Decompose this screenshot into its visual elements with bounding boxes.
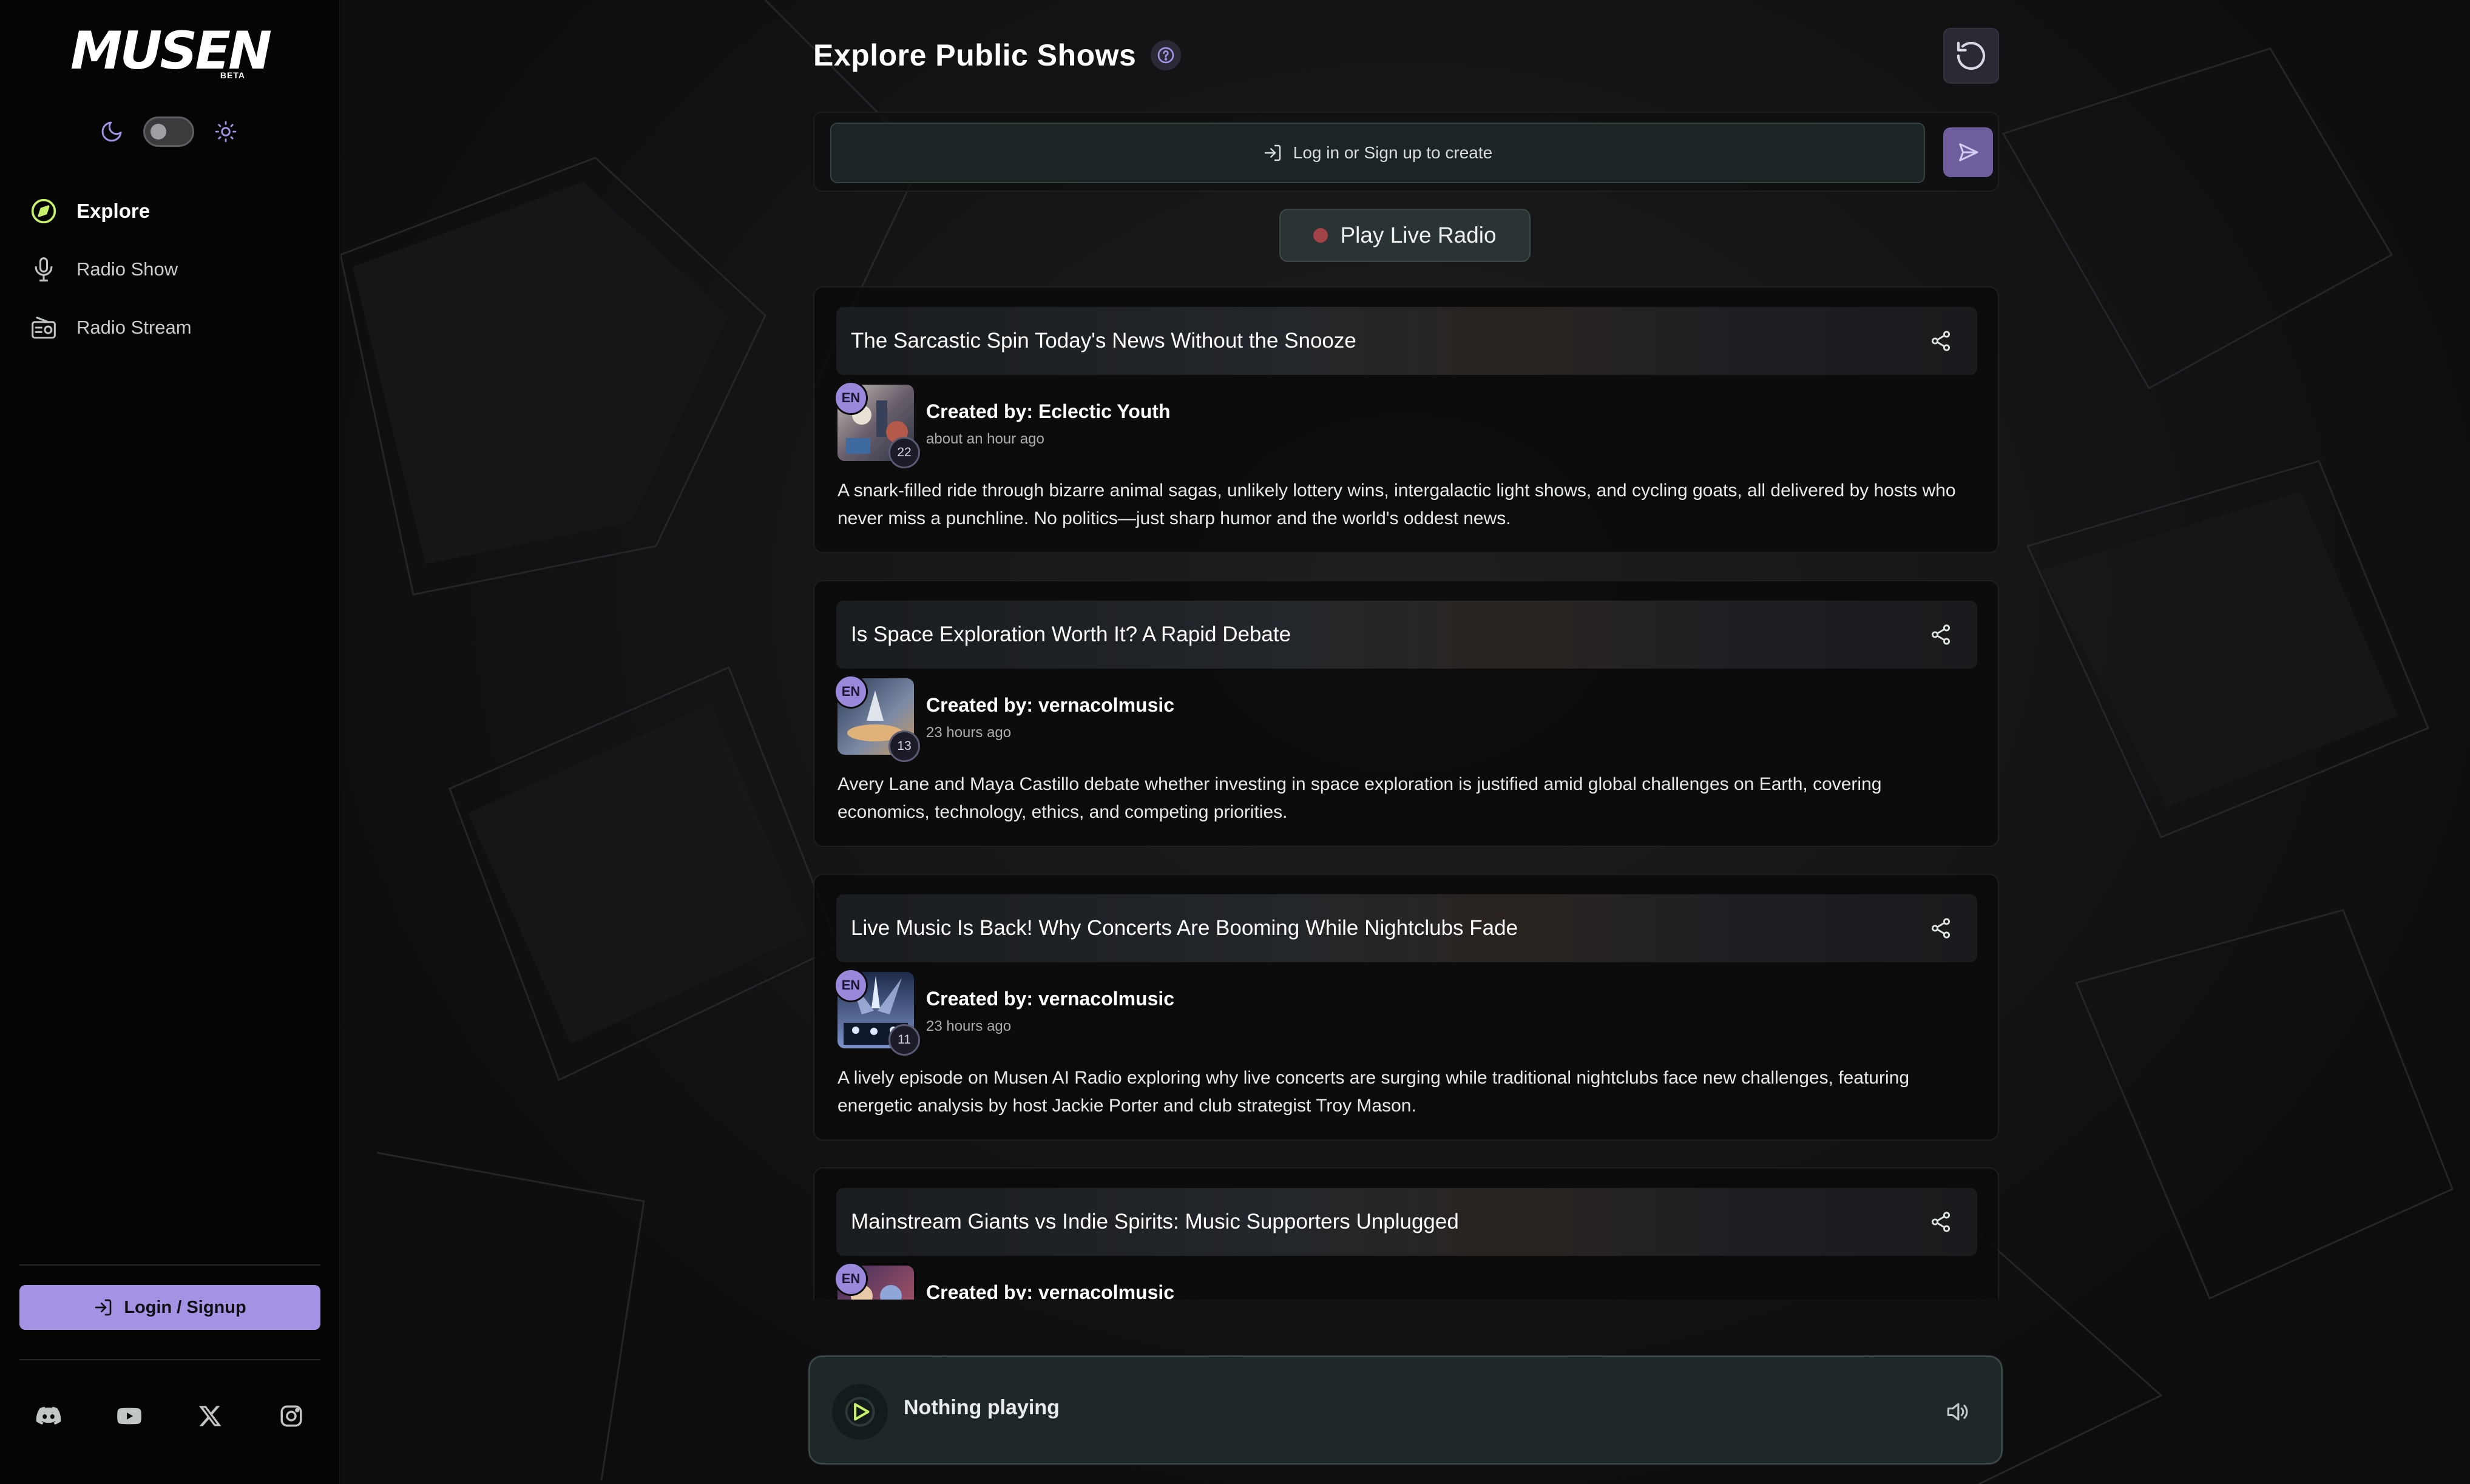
- login-icon: [1264, 144, 1281, 161]
- show-timestamp: about an hour ago: [926, 431, 1044, 447]
- play-icon: [845, 1397, 875, 1427]
- sidebar-item-radio-stream[interactable]: Radio Stream: [27, 308, 318, 347]
- login-signup-button[interactable]: Login / Signup: [19, 1285, 320, 1330]
- page-title: Explore Public Shows: [813, 38, 1137, 72]
- show-timestamp: 23 hours ago: [926, 724, 1012, 741]
- language-badge: EN: [834, 968, 868, 1002]
- discord-icon[interactable]: [32, 1399, 66, 1433]
- share-icon[interactable]: [1926, 326, 1955, 356]
- share-icon[interactable]: [1926, 620, 1955, 649]
- sidebar-item-label: Radio Show: [76, 258, 178, 280]
- show-thumbnail[interactable]: EN 22: [834, 381, 920, 468]
- language-badge: EN: [834, 1262, 868, 1296]
- microphone-icon: [27, 252, 61, 286]
- episode-count-badge: 11: [888, 1024, 920, 1056]
- sidebar: MUSEN BETA Explore Radio Show Radio Stre…: [0, 0, 340, 1484]
- show-card[interactable]: Mainstream Giants vs Indie Spirits: Musi…: [813, 1167, 1999, 1300]
- compass-icon: [27, 194, 61, 228]
- show-card[interactable]: Is Space Exploration Worth It? A Rapid D…: [813, 580, 1999, 847]
- show-title: Mainstream Giants vs Indie Spirits: Musi…: [851, 1210, 1459, 1233]
- musen-logo[interactable]: MUSEN BETA: [70, 22, 272, 80]
- question-icon[interactable]: [1151, 40, 1182, 70]
- show-title-bar[interactable]: The Sarcastic Spin Today's News Without …: [836, 307, 1977, 375]
- show-thumbnail[interactable]: EN 13: [834, 675, 920, 762]
- episode-count-badge: 22: [888, 437, 920, 468]
- show-creator[interactable]: Created by: vernacolmusic: [926, 988, 1174, 1010]
- show-creator[interactable]: Created by: vernacolmusic: [926, 1281, 1174, 1300]
- show-creator[interactable]: Created by: vernacolmusic: [926, 694, 1174, 717]
- send-button[interactable]: [1943, 127, 1993, 177]
- sidebar-nav: Explore Radio Show Radio Stream: [27, 192, 318, 366]
- language-badge: EN: [834, 675, 868, 709]
- create-login-prompt[interactable]: Log in or Sign up to create: [830, 123, 1925, 183]
- sidebar-item-radio-show[interactable]: Radio Show: [27, 250, 318, 289]
- create-prompt-label: Log in or Sign up to create: [1293, 143, 1493, 162]
- play-button[interactable]: [832, 1384, 888, 1440]
- now-playing-status: Nothing playing: [904, 1396, 1060, 1419]
- youtube-icon[interactable]: [112, 1399, 146, 1433]
- moon-icon: [97, 117, 126, 146]
- instagram-icon[interactable]: [274, 1399, 308, 1433]
- show-title: The Sarcastic Spin Today's News Without …: [851, 329, 1356, 352]
- share-icon[interactable]: [1926, 1207, 1955, 1236]
- logo-wordmark: MUSEN: [70, 21, 272, 81]
- show-title: Is Space Exploration Worth It? A Rapid D…: [851, 622, 1291, 646]
- show-title-bar[interactable]: Is Space Exploration Worth It? A Rapid D…: [836, 601, 1977, 669]
- show-timestamp: 23 hours ago: [926, 1018, 1012, 1034]
- show-description: A lively episode on Musen AI Radio explo…: [837, 1068, 1910, 1116]
- theme-switcher: [97, 113, 240, 150]
- sidebar-divider: [19, 1359, 320, 1360]
- show-creator[interactable]: Created by: Eclectic Youth: [926, 400, 1170, 423]
- episode-count-badge: 13: [888, 730, 920, 762]
- refresh-button[interactable]: [1943, 28, 1999, 84]
- sun-icon: [211, 117, 240, 146]
- show-card[interactable]: Live Music Is Back! Why Concerts Are Boo…: [813, 874, 1999, 1141]
- show-thumbnail[interactable]: EN 11: [834, 968, 920, 1056]
- sidebar-item-label: Explore: [76, 200, 151, 222]
- beta-label: BETA: [220, 70, 245, 80]
- theme-toggle[interactable]: [143, 116, 194, 147]
- create-bar: Log in or Sign up to create: [813, 112, 1999, 192]
- social-links: [32, 1399, 308, 1433]
- share-icon[interactable]: [1926, 914, 1955, 943]
- live-indicator-dot: [1313, 228, 1328, 243]
- show-title-bar[interactable]: Mainstream Giants vs Indie Spirits: Musi…: [836, 1188, 1977, 1256]
- login-icon: [95, 1299, 112, 1316]
- refresh-icon: [1957, 41, 1986, 70]
- sidebar-item-explore[interactable]: Explore: [27, 192, 318, 231]
- show-description: Avery Lane and Maya Castillo debate whet…: [837, 774, 1882, 822]
- sidebar-item-label: Radio Stream: [76, 317, 192, 338]
- login-signup-label: Login / Signup: [124, 1297, 246, 1317]
- toggle-knob: [151, 124, 166, 140]
- shows-feed: The Sarcastic Spin Today's News Without …: [813, 286, 1999, 1300]
- show-thumbnail[interactable]: EN: [834, 1262, 914, 1300]
- show-title: Live Music Is Back! Why Concerts Are Boo…: [851, 916, 1518, 940]
- radio-icon: [27, 311, 61, 345]
- language-badge: EN: [834, 381, 868, 415]
- page-header: Explore Public Shows: [813, 35, 1182, 75]
- show-description: A snark-filled ride through bizarre anim…: [837, 481, 1956, 528]
- show-title-bar[interactable]: Live Music Is Back! Why Concerts Are Boo…: [836, 894, 1977, 962]
- volume-icon[interactable]: [1940, 1395, 1974, 1429]
- show-card[interactable]: The Sarcastic Spin Today's News Without …: [813, 286, 1999, 553]
- send-icon: [1959, 143, 1978, 161]
- play-live-radio-button[interactable]: Play Live Radio: [1279, 209, 1531, 262]
- audio-player: Nothing playing: [808, 1355, 2003, 1465]
- x-icon[interactable]: [194, 1399, 228, 1433]
- live-radio-label: Play Live Radio: [1340, 223, 1497, 248]
- sidebar-divider: [19, 1264, 320, 1266]
